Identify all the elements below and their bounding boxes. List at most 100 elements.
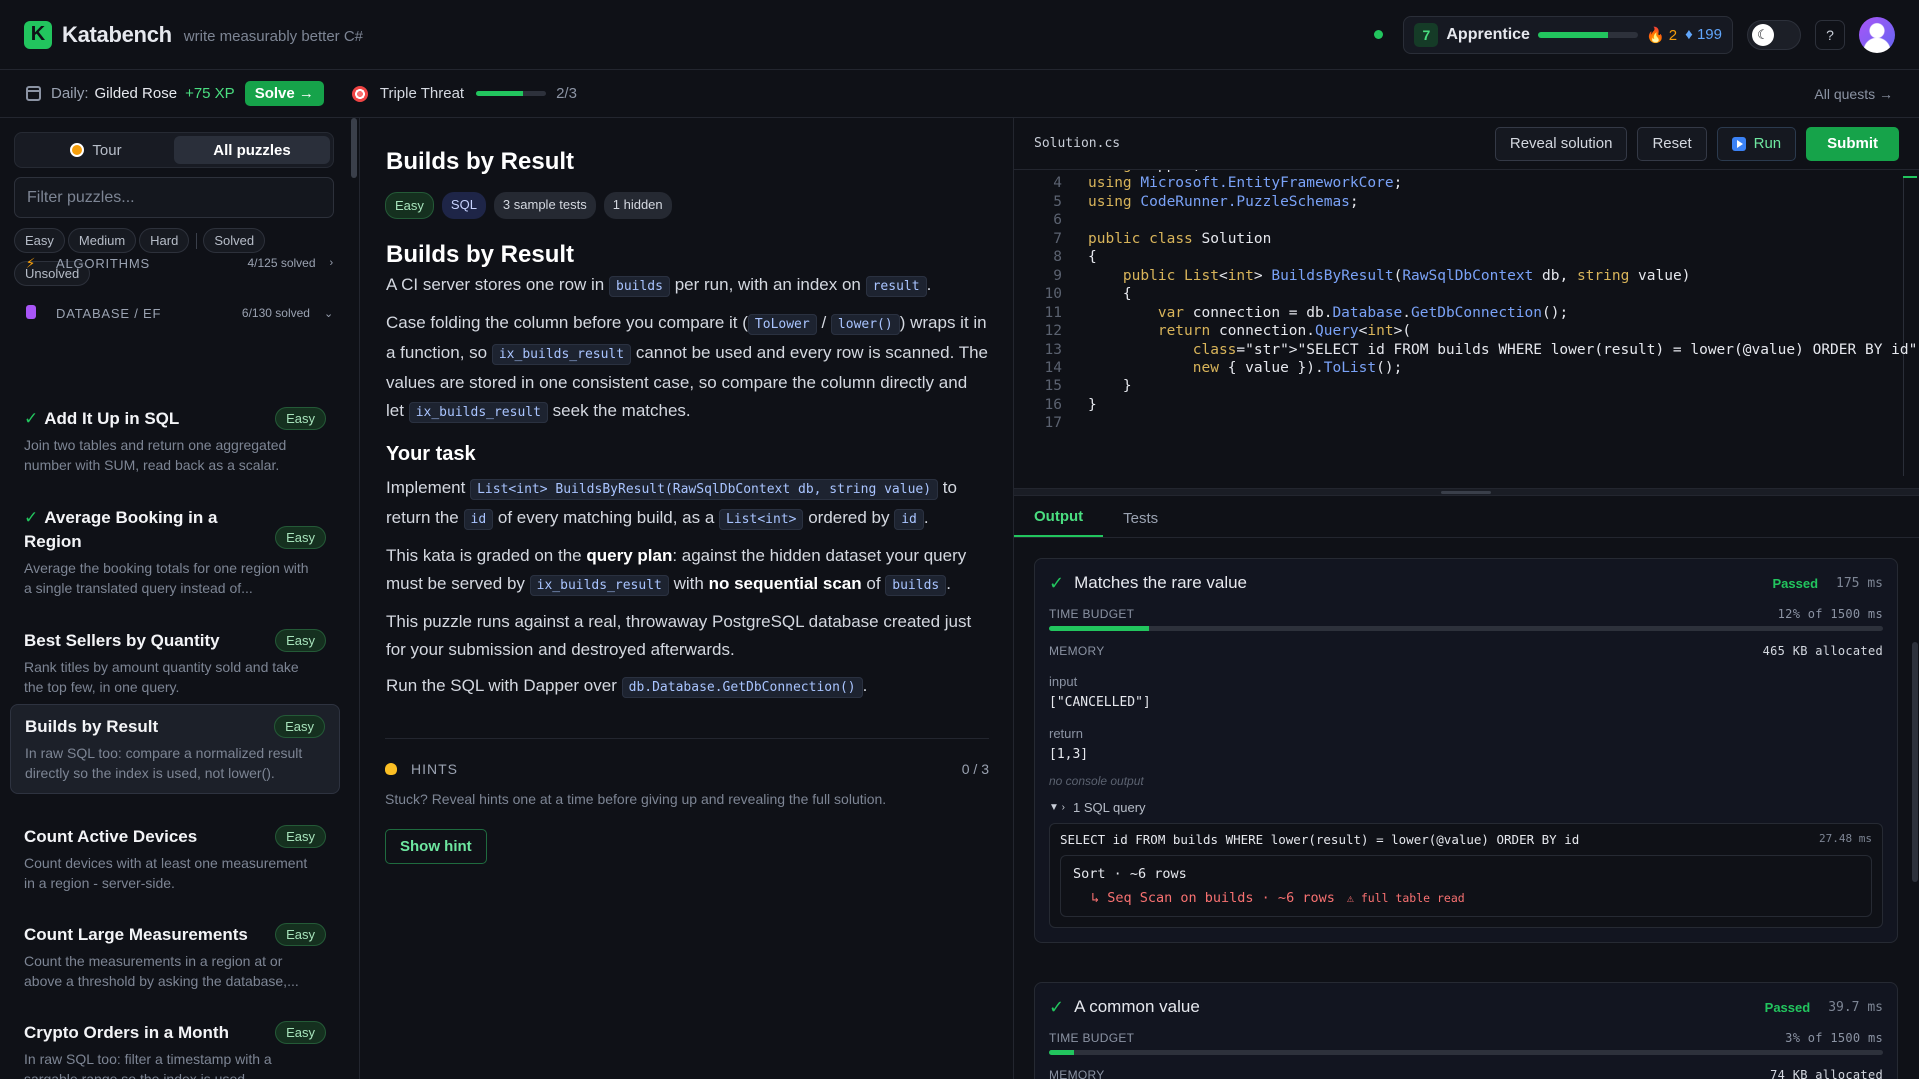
puzzle-title-text: Add It Up in SQL	[44, 409, 180, 428]
daily-puzzle-name[interactable]: Gilded Rose	[95, 85, 178, 102]
user-status-area: 7 Apprentice 🔥 2 ♦ 199 ☾ ?	[1374, 15, 1895, 54]
avatar[interactable]	[1859, 16, 1895, 53]
show-hint-button[interactable]: Show hint	[385, 829, 487, 864]
console-output: no console output	[1049, 774, 1144, 788]
database-paragraph: This puzzle runs against a real, throwaw…	[386, 612, 972, 659]
gems-value: 199	[1696, 26, 1722, 43]
time-budget-fill	[1049, 626, 1150, 631]
lightning-icon: ⚡	[25, 254, 37, 271]
test-duration: 39.7 ms	[1828, 999, 1883, 1015]
run-label: Run	[1753, 135, 1782, 152]
bold-text: no sequential scan	[708, 574, 862, 593]
category-database-ef[interactable]: DATABASE / EF 6/130 solved ⌄	[24, 302, 334, 324]
inline-code: ToLower	[747, 314, 817, 335]
category-algorithms[interactable]: ⚡ ALGORITHMS 4/125 solved ›	[24, 252, 334, 274]
puzzle-description: Join two tables and return one aggregate…	[24, 437, 287, 473]
inline-code: id	[463, 509, 494, 530]
text: per run, with an index on	[674, 275, 861, 294]
daily-xp: +75 XP	[185, 85, 235, 102]
streak-counter: 🔥 2	[1645, 26, 1678, 44]
output-scrollbar[interactable]	[1912, 642, 1918, 882]
streak-value: 2	[1668, 26, 1678, 44]
top-bar: K Katabench write measurably better C# 7…	[0, 0, 1919, 70]
test-result-card: ✓ Matches the rare value Passed 175 ms T…	[1034, 558, 1898, 943]
test-result-header[interactable]: ✓ Matches the rare value Passed 175 ms	[1049, 559, 1883, 607]
xp-progress-bar	[1537, 31, 1638, 38]
time-budget-fill	[1049, 1050, 1075, 1055]
all-quests-link[interactable]: All quests →	[1814, 86, 1893, 102]
puzzle-description: Average the booking totals for one regio…	[24, 560, 309, 596]
chip-solved[interactable]: Solved	[203, 228, 266, 253]
moon-icon: ☾	[1752, 23, 1774, 46]
daily-label: Daily:	[51, 85, 89, 102]
reset-button[interactable]: Reset	[1637, 126, 1707, 161]
test-title: Matches the rare value	[1074, 573, 1248, 592]
puzzle-item-count-large-measurements[interactable]: Count Large Measurements Count the measu…	[10, 913, 340, 1001]
output-tabs: Output Tests	[1014, 496, 1919, 538]
test-title: A common value	[1074, 997, 1200, 1016]
editor-toolbar: Solution.cs Reveal solution Reset Run Su…	[1014, 118, 1919, 170]
sql-text: SELECT id FROM builds WHERE lower(result…	[1060, 832, 1580, 847]
calendar-icon	[26, 86, 41, 101]
sidebar-mode-tabs: Tour All puzzles	[14, 132, 334, 168]
puzzle-item-count-active-devices[interactable]: Count Active Devices Count devices with …	[10, 815, 340, 903]
metric-value: 74 KB allocated	[1770, 1068, 1883, 1079]
tab-output[interactable]: Output	[1014, 508, 1104, 537]
input-label: input	[1049, 674, 1078, 689]
text: with	[673, 574, 704, 593]
puzzle-item-average-booking[interactable]: ✓ Average Booking in a Region Average the…	[10, 496, 340, 608]
target-icon	[351, 85, 368, 102]
tab-tour[interactable]: Tour	[18, 136, 174, 164]
tag-sample-tests: 3 sample tests	[493, 192, 596, 219]
test-result-card: ✓ A common value Passed 39.7 ms TIME BUD…	[1034, 982, 1898, 1079]
theme-toggle[interactable]: ☾	[1747, 19, 1801, 50]
code-editor[interactable]: 3using Dapper;4using Microsoft.EntityFra…	[1014, 170, 1919, 488]
text: /	[821, 313, 827, 332]
panel-resize-handle[interactable]	[1014, 488, 1919, 496]
katabench-logo-icon[interactable]: K	[24, 20, 52, 49]
reveal-solution-button[interactable]: Reveal solution	[1494, 126, 1628, 161]
chip-hard[interactable]: Hard	[139, 228, 190, 253]
submit-button[interactable]: Submit	[1806, 126, 1899, 161]
bold-text: query plan	[586, 546, 673, 565]
metric-label: TIME BUDGET	[1049, 1031, 1135, 1045]
filter-puzzles-input[interactable]	[14, 177, 334, 218]
puzzle-item-crypto-orders[interactable]: Crypto Orders in a Month In raw SQL too:…	[10, 1011, 340, 1079]
sidebar-scrollbar[interactable]	[351, 118, 357, 178]
tag-language: SQL	[441, 192, 486, 219]
puzzle-item-add-it-up-in-sql[interactable]: ✓ Add It Up in SQL Join two tables and re…	[10, 397, 340, 485]
run-button[interactable]: Run	[1716, 126, 1797, 161]
puzzle-item-builds-by-result[interactable]: Builds by Result In raw SQL too: compare…	[10, 704, 340, 794]
tab-tests[interactable]: Tests	[1103, 510, 1178, 537]
dapper-paragraph: Run the SQL with Dapper over db.Database…	[386, 672, 989, 702]
warning-text: ⚠ full table read	[1346, 891, 1465, 905]
chip-medium[interactable]: Medium	[67, 228, 137, 253]
app-name[interactable]: Katabench	[62, 22, 172, 48]
xp-progress-fill	[1537, 31, 1608, 38]
tab-all-puzzles[interactable]: All puzzles	[174, 136, 330, 164]
sql-query-box: SELECT id FROM builds WHERE lower(result…	[1049, 823, 1883, 928]
play-icon	[1731, 136, 1746, 151]
inline-code: ix_builds_result	[408, 402, 548, 423]
editor-scrollbar[interactable]	[1903, 176, 1917, 476]
code-line[interactable]: 17	[1014, 412, 1088, 435]
puzzle-title: ✓ Average Booking in a Region	[24, 506, 264, 554]
chip-easy[interactable]: Easy	[14, 228, 65, 253]
inline-code: db.Database.GetDbConnection()	[621, 677, 863, 698]
puzzle-title: Crypto Orders in a Month	[24, 1023, 229, 1042]
level-widget[interactable]: 7 Apprentice 🔥 2 ♦ 199	[1403, 15, 1733, 54]
sql-query-toggle[interactable]: ▼ › 1 SQL query	[1049, 800, 1883, 815]
time-budget-row: TIME BUDGET 3% of 1500 ms	[1049, 1031, 1883, 1045]
compass-icon	[70, 143, 85, 157]
chevron-right-icon: ›	[329, 257, 334, 269]
sql-query-line: SELECT id FROM builds WHERE lower(result…	[1060, 832, 1872, 847]
check-icon: ✓	[24, 508, 39, 527]
test-result-header[interactable]: ✓ A common value Passed 39.7 ms	[1049, 983, 1883, 1031]
puzzle-item-best-sellers[interactable]: Best Sellers by Quantity Rank titles by …	[10, 619, 340, 707]
difficulty-badge: Easy	[275, 825, 326, 848]
help-icon[interactable]: ?	[1815, 19, 1845, 50]
category-count: 4/125 solved	[247, 256, 316, 270]
solve-daily-button[interactable]: Solve →	[244, 81, 324, 106]
difficulty-badge: Easy	[275, 526, 326, 549]
hints-count: 0 / 3	[961, 761, 989, 777]
